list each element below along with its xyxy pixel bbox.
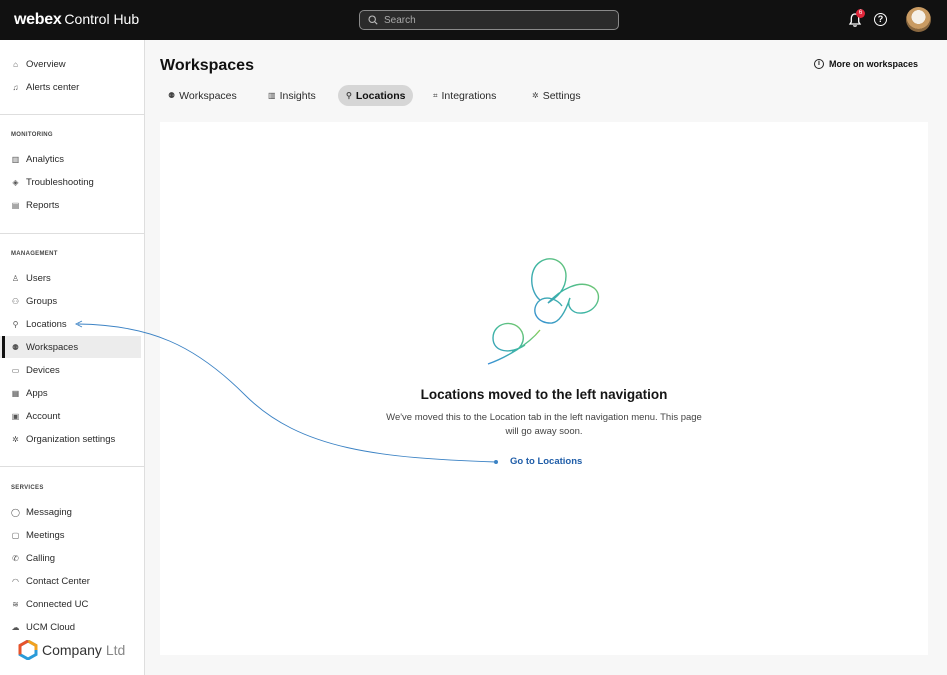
sidebar-item-label: Workspaces — [26, 341, 79, 353]
workspaces-icon: ⚉ — [11, 342, 20, 352]
sidebar-item-alerts-center[interactable]: ♫ Alerts center — [0, 76, 145, 98]
tab-label: Workspaces — [179, 89, 237, 102]
sidebar-item-label: Users — [26, 272, 51, 284]
search-icon — [368, 15, 378, 25]
sidebar-item-label: Troubleshooting — [26, 176, 94, 188]
workspaces-icon: ⚉ — [168, 91, 176, 100]
sidebar-item-account[interactable]: ▣ Account — [0, 405, 145, 427]
sidebar-item-apps[interactable]: ▦ Apps — [0, 382, 145, 404]
more-link-label: More on workspaces — [829, 59, 919, 69]
tab-workspaces[interactable]: ⚉ Workspaces — [160, 85, 245, 106]
sidebar-item-organization-settings[interactable]: ✲ Organization settings — [0, 428, 145, 450]
company-logo-icon — [18, 640, 38, 660]
sidebar-item-label: Reports — [26, 199, 60, 211]
search-box[interactable] — [359, 10, 619, 30]
sidebar-item-label: Overview — [26, 58, 66, 70]
sidebar-item-label: Analytics — [26, 153, 65, 165]
tab-label: Settings — [542, 89, 581, 102]
integrations-icon: ⌗ — [433, 90, 438, 100]
brand-webex: webex — [14, 11, 62, 28]
empty-state-description: We've moved this to the Location tab in … — [386, 412, 702, 437]
user-icon: ♙ — [11, 273, 20, 283]
sidebar-item-label: Meetings — [26, 529, 65, 541]
sidebar-item-label: Groups — [26, 295, 58, 307]
device-icon: ▭ — [11, 365, 20, 375]
sidebar-item-ucm-cloud[interactable]: ☁ UCM Cloud — [0, 616, 145, 638]
help-icon[interactable]: ? — [874, 13, 887, 26]
section-label-services: SERVICES — [11, 485, 44, 491]
info-icon: i — [814, 59, 824, 69]
sidebar-item-overview[interactable]: ⌂ Overview — [0, 53, 145, 75]
tab-label: Insights — [279, 89, 316, 102]
sidebar: ⌂ Overview ♫ Alerts center MONITORING ▥ … — [0, 40, 145, 675]
sidebar-item-label: Devices — [26, 364, 60, 376]
home-icon: ⌂ — [13, 59, 18, 69]
sidebar-item-locations[interactable]: ⚲ Locations — [0, 313, 145, 335]
page-title: Workspaces — [160, 57, 254, 74]
app-brand[interactable]: webex Control Hub — [14, 11, 139, 29]
section-label-management: MANAGEMENT — [11, 251, 58, 257]
settings-icon: ✲ — [12, 434, 19, 444]
sidebar-item-label: Messaging — [26, 506, 72, 518]
bar-chart-icon: ▥ — [11, 154, 20, 164]
company-branding: Company Ltd — [18, 640, 125, 660]
sidebar-divider — [0, 466, 144, 467]
section-label-monitoring: MONITORING — [11, 132, 53, 138]
gear-icon: ✲ — [532, 91, 539, 100]
sidebar-item-label: Contact Center — [26, 575, 90, 587]
tab-label: Locations — [355, 89, 406, 102]
more-on-workspaces-link[interactable]: i More on workspaces — [814, 59, 918, 69]
sidebar-item-label: Organization settings — [26, 433, 116, 445]
meetings-icon: ▢ — [11, 530, 20, 540]
sidebar-item-users[interactable]: ♙ Users — [0, 267, 145, 289]
location-pin-icon: ⚲ — [346, 91, 352, 100]
company-name: Company Ltd — [42, 642, 126, 658]
sidebar-item-calling[interactable]: ✆ Calling — [0, 547, 145, 569]
sidebar-item-label: Calling — [26, 552, 56, 564]
sidebar-divider — [0, 114, 144, 115]
sidebar-item-label: Locations — [26, 318, 67, 330]
sidebar-divider — [0, 233, 144, 234]
sidebar-item-analytics[interactable]: ▥ Analytics — [0, 148, 145, 170]
phone-icon: ✆ — [12, 553, 19, 563]
top-bar: webexControl Hub 6 ? — [0, 0, 947, 40]
sidebar-item-meetings[interactable]: ▢ Meetings — [0, 524, 145, 546]
bell-icon: ♫ — [12, 82, 19, 92]
cloud-icon: ☁ — [11, 622, 20, 632]
sidebar-item-groups[interactable]: ⚇ Groups — [0, 290, 145, 312]
sidebar-item-contact-center[interactable]: ◠ Contact Center — [0, 570, 145, 592]
brand-control-hub: Control Hub — [64, 11, 140, 27]
stack-icon: ≋ — [12, 599, 19, 609]
tab-label: Integrations — [441, 89, 497, 102]
sidebar-item-reports[interactable]: ▤ Reports — [0, 194, 145, 216]
sidebar-item-devices[interactable]: ▭ Devices — [0, 359, 145, 381]
bar-chart-icon: ▥ — [268, 91, 276, 100]
headset-icon: ◠ — [12, 576, 19, 586]
notification-badge: 6 — [856, 9, 865, 18]
user-avatar[interactable] — [906, 7, 931, 32]
report-icon: ▤ — [11, 200, 20, 210]
sidebar-item-label: UCM Cloud — [26, 621, 76, 633]
empty-state-title: Locations moved to the left navigation — [420, 387, 668, 402]
sidebar-item-label: Connected UC — [26, 598, 89, 610]
go-to-locations-link[interactable]: Go to Locations — [510, 456, 582, 467]
sidebar-item-connected-uc[interactable]: ≋ Connected UC — [0, 593, 145, 615]
location-pin-icon: ⚲ — [12, 319, 19, 329]
message-icon: ◯ — [11, 507, 20, 517]
search-input[interactable] — [384, 14, 604, 26]
troubleshoot-icon: ◈ — [12, 177, 19, 187]
apps-icon: ▦ — [11, 388, 20, 398]
tab-insights[interactable]: ▥ Insights — [260, 85, 324, 106]
sidebar-item-troubleshooting[interactable]: ◈ Troubleshooting — [0, 171, 145, 193]
sidebar-item-workspaces[interactable]: ⚉ Workspaces — [0, 336, 141, 358]
group-icon: ⚇ — [11, 296, 20, 306]
tab-locations[interactable]: ⚲ Locations — [338, 85, 414, 106]
account-icon: ▣ — [11, 411, 20, 421]
sidebar-item-messaging[interactable]: ◯ Messaging — [0, 501, 145, 523]
sidebar-item-label: Account — [26, 410, 61, 422]
tab-integrations[interactable]: ⌗ Integrations — [425, 85, 504, 106]
sidebar-item-label: Apps — [26, 387, 48, 399]
tab-settings[interactable]: ✲ Settings — [524, 85, 589, 106]
sidebar-item-label: Alerts center — [26, 81, 80, 93]
